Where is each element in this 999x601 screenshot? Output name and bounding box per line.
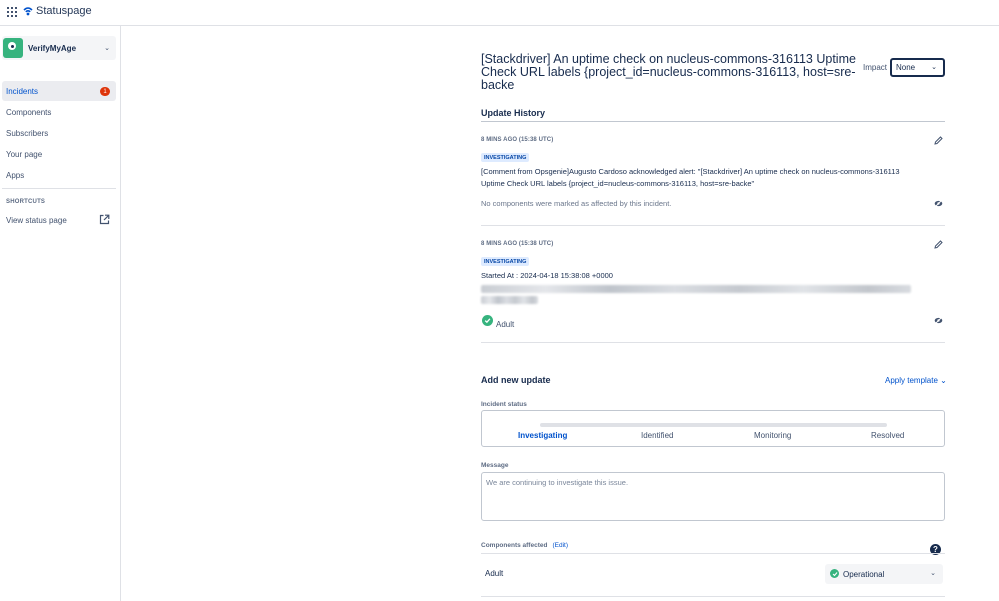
incident-status-selector: Investigating Identified Monitoring Reso… [481,410,945,447]
chevron-down-icon: ⌄ [930,570,936,577]
status-step-monitoring[interactable]: Monitoring [754,431,791,440]
components-affected-text: Components affected [481,542,548,549]
statuspage-logo-icon [23,7,33,16]
external-link-icon [99,214,110,225]
update-message: Started At : 2024-04-18 15:38:08 +0000 [481,271,613,280]
view-status-page-link[interactable]: View status page [2,212,116,228]
sidebar-divider [2,188,116,189]
update-message: [Comment from Opsgenie]Augusto Cardoso a… [481,167,900,188]
operational-check-icon [482,315,493,326]
redacted-text [481,296,538,304]
update-divider [481,225,945,226]
impact-select[interactable]: None ⌄ [890,58,945,77]
components-affected-label: Components affected (Edit) [481,542,568,549]
component-status-select[interactable]: Operational ⌄ [825,564,943,584]
affected-component: Adult [496,320,515,329]
visibility-icon[interactable] [934,316,943,325]
section-divider [481,121,945,122]
chevron-down-icon: ⌄ [940,376,947,385]
update-time: 8 MINS AGO (15:38 UTC) [481,241,554,247]
sidebar-item-label: Subscribers [6,128,49,138]
redacted-text [481,285,911,293]
update-history-title: Update History [481,108,546,118]
sidebar-item-label: Components [6,107,52,117]
component-status-value: Operational [843,569,885,579]
top-bar: Statuspage [0,0,999,26]
brand-logo[interactable]: Statuspage [23,5,92,17]
status-step-resolved[interactable]: Resolved [871,431,904,440]
page-avatar [3,38,23,58]
pencil-icon[interactable] [934,136,943,145]
shortcut-label: View status page [6,215,67,225]
status-step-identified[interactable]: Identified [641,431,673,440]
operational-check-icon [830,569,839,578]
components-edit-link[interactable]: (Edit) [552,542,568,549]
incident-count-badge: 1 [100,87,110,96]
shortcuts-heading: SHORTCUTS [6,199,46,205]
sidebar-item-label: Incidents [6,86,39,96]
visibility-icon[interactable] [934,199,943,208]
status-track [540,423,887,427]
sidebar-item-label: Your page [6,149,43,159]
page-switcher[interactable]: VerifyMyAge ⌄ [2,36,116,60]
app-switcher-icon[interactable] [7,7,17,17]
add-update-title: Add new update [481,375,551,385]
message-label: Message [481,462,509,469]
components-divider [481,553,945,554]
sidebar-item-label: Apps [6,170,25,180]
sidebar-item-subscribers[interactable]: Subscribers [2,123,116,143]
status-badge: INVESTIGATING [481,153,530,162]
sidebar-item-apps[interactable]: Apps [2,165,116,185]
brand-name: Statuspage [36,5,92,17]
sidebar: VerifyMyAge ⌄ Incidents 1 Components Sub… [0,26,121,601]
update-note: No components were marked as affected by… [481,199,672,208]
message-input[interactable]: We are continuing to investigate this is… [481,472,945,521]
apply-template-label: Apply template [885,376,938,385]
sidebar-item-your-page[interactable]: Your page [2,144,116,164]
impact-value: None [896,63,916,72]
sidebar-nav: Incidents 1 Components Subscribers Your … [2,81,116,186]
incident-title: [Stackdriver] An uptime check on nucleus… [481,52,856,92]
impact-label: Impact [863,63,888,72]
page-name: VerifyMyAge [28,43,77,53]
sidebar-item-incidents[interactable]: Incidents 1 [2,81,116,101]
update-divider [481,342,945,343]
sidebar-item-components[interactable]: Components [2,102,116,122]
status-badge: INVESTIGATING [481,257,530,266]
components-bottom-divider [481,596,945,597]
incident-status-label: Incident status [481,401,527,408]
update-time: 8 MINS AGO (15:38 UTC) [481,137,554,143]
component-name: Adult [485,569,504,578]
apply-template-dropdown[interactable]: Apply template ⌄ [885,376,947,385]
status-step-investigating[interactable]: Investigating [518,431,567,440]
pencil-icon[interactable] [934,240,943,249]
chevron-down-icon: ⌄ [931,64,937,71]
chevron-down-icon: ⌄ [104,45,110,52]
